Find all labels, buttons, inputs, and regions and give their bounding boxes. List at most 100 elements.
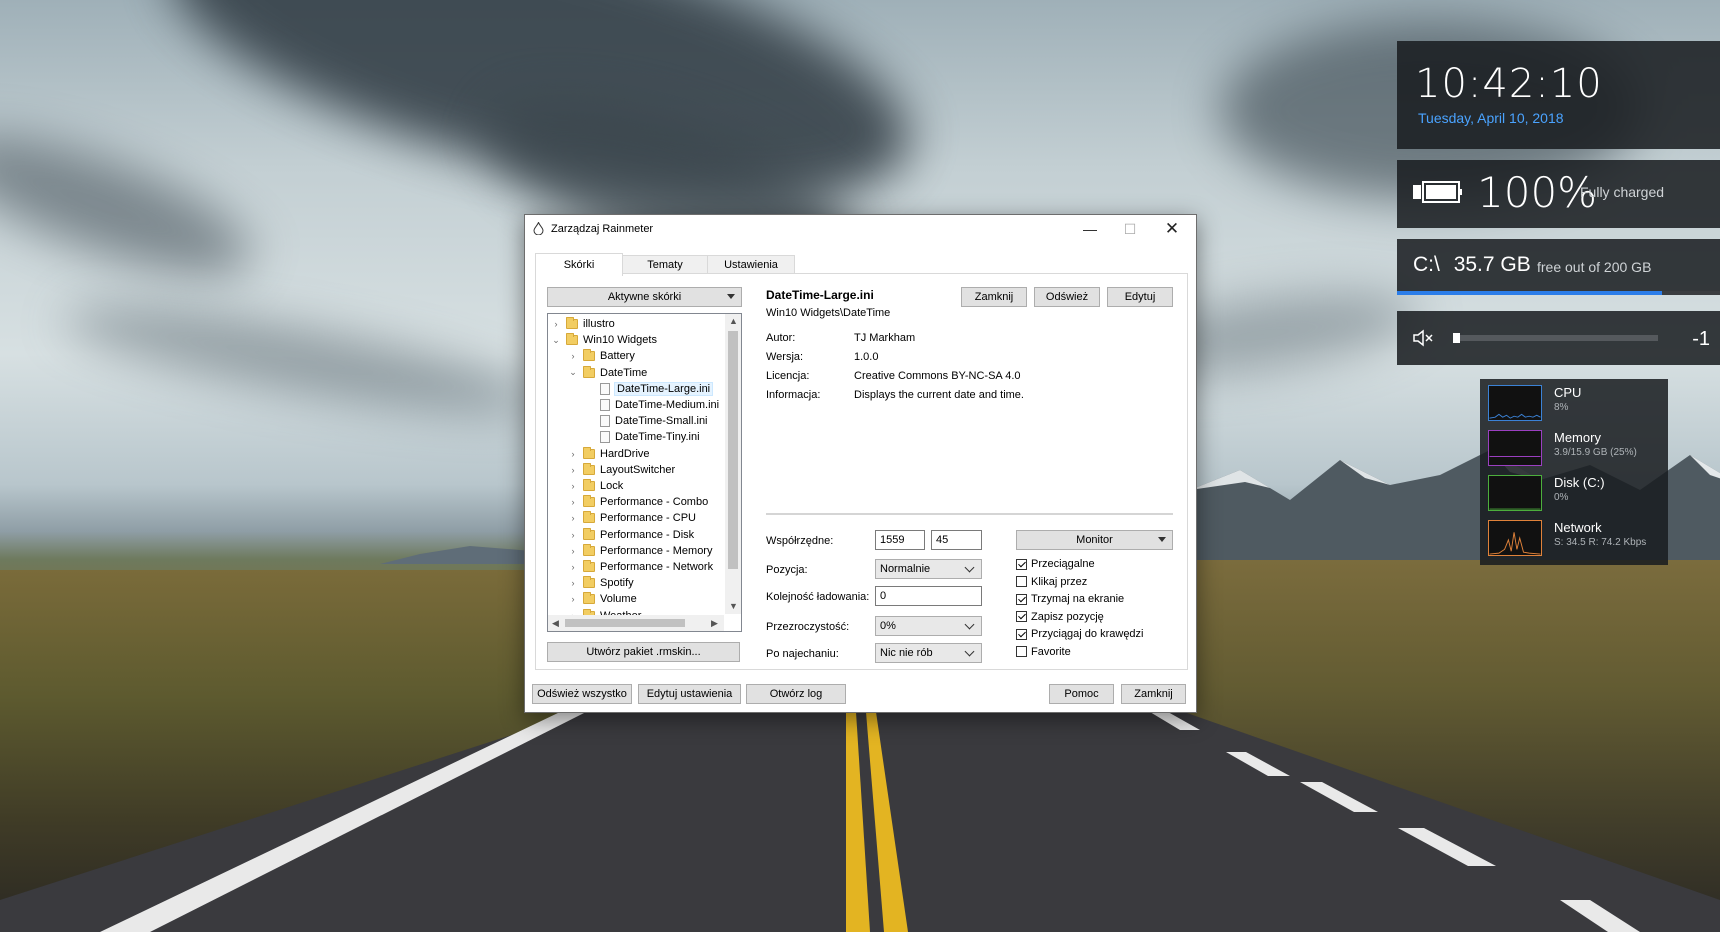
tree-item-label: DateTime-Large.ini	[613, 381, 714, 396]
skins-tree[interactable]: › illustro ⌄ Win10 Widgets › Battery ⌄ DateTime…	[547, 313, 742, 632]
tree-item-folder[interactable]: › Battery	[569, 348, 635, 364]
tree-item-folder[interactable]: ⌄ Win10 Widgets	[552, 332, 657, 348]
tree-item-skin-file[interactable]: DateTime-Tiny.ini	[586, 429, 700, 445]
expand-chevron-icon[interactable]: ›	[552, 319, 560, 329]
scroll-right-icon[interactable]: ▶	[711, 618, 718, 629]
edit-settings-button[interactable]: Edytuj ustawienia	[638, 684, 741, 704]
checkbox-option[interactable]: Klikaj przez	[1016, 576, 1087, 588]
transparency-select[interactable]: 0%	[875, 616, 982, 636]
folder-icon	[583, 576, 595, 589]
tab-settings[interactable]: Ustawienia	[707, 255, 795, 274]
checked-box-icon[interactable]	[1016, 611, 1027, 622]
tab-themes[interactable]: Tematy	[621, 255, 709, 274]
checked-box-icon[interactable]	[1016, 593, 1027, 605]
volume-slider[interactable]	[1453, 333, 1658, 343]
chevron-down-icon	[964, 562, 975, 573]
checkbox-option[interactable]: Favorite	[1016, 646, 1071, 658]
performance-widget[interactable]: CPU 8% Memory 3.9/15.9 GB (25%) Disk (C:…	[1480, 379, 1668, 565]
mute-icon[interactable]	[1413, 329, 1435, 347]
expand-chevron-icon[interactable]: ›	[569, 465, 577, 475]
rainmeter-drop-icon	[533, 222, 544, 235]
checked-box-icon[interactable]	[1016, 628, 1027, 640]
tree-item-label: DateTime-Medium.ini	[615, 399, 720, 411]
disk-summary: C:\ 35.7 GB	[1413, 253, 1531, 277]
tree-item-folder[interactable]: › Lock	[569, 478, 623, 494]
open-log-button[interactable]: Otwórz log	[746, 684, 846, 704]
expand-chevron-icon[interactable]: ›	[569, 513, 577, 523]
tree-item-skin-file[interactable]: DateTime-Medium.ini	[586, 397, 719, 413]
network-graph	[1488, 520, 1542, 556]
tree-item-folder[interactable]: › Spotify	[569, 575, 634, 591]
close-window-button[interactable]: ✕	[1152, 215, 1192, 243]
tree-item-skin-file[interactable]: DateTime-Large.ini	[586, 381, 714, 397]
y-coordinate-field[interactable]: 45	[931, 530, 982, 550]
unchecked-box-icon[interactable]	[1016, 646, 1027, 657]
expand-chevron-icon[interactable]: ›	[569, 497, 577, 507]
tree-item-label: Volume	[600, 593, 637, 606]
tab-skins[interactable]: Skórki	[535, 253, 623, 276]
load-order-field[interactable]: 0	[875, 586, 982, 606]
tree-item-skin-file[interactable]: DateTime-Small.ini	[586, 413, 708, 429]
tree-vertical-scrollbar[interactable]: ▲ ▼	[725, 314, 741, 614]
help-button[interactable]: Pomoc	[1049, 684, 1114, 704]
horizontal-scroll-thumb[interactable]	[565, 619, 685, 627]
checkbox-label: Zapisz pozycję	[1031, 610, 1104, 623]
tree-item-folder[interactable]: › Performance - Combo	[569, 494, 708, 510]
expand-chevron-icon[interactable]: ›	[569, 594, 577, 604]
monitor-dropdown[interactable]: Monitor	[1016, 530, 1173, 550]
transparency-label: Przezroczystość:	[766, 621, 850, 633]
tree-item-folder[interactable]: › HardDrive	[569, 446, 650, 462]
refresh-skin-button[interactable]: Odśwież	[1034, 287, 1100, 307]
disk-widget[interactable]: C:\ 35.7 GB free out of 200 GB	[1397, 239, 1720, 295]
scroll-left-icon[interactable]: ◀	[552, 618, 559, 629]
tree-horizontal-scrollbar[interactable]: ◀ ▶	[548, 615, 724, 631]
maximize-button[interactable]: ☐	[1110, 215, 1150, 243]
checkbox-option[interactable]: Zapisz pozycję	[1016, 611, 1104, 623]
hover-select[interactable]: Nic nie rób	[875, 643, 982, 663]
disk-usage-fill	[1397, 291, 1662, 295]
unload-skin-button[interactable]: Zamknij	[961, 287, 1027, 307]
checkbox-option[interactable]: Przyciągaj do krawędzi	[1016, 628, 1144, 640]
tree-item-folder[interactable]: › Volume	[569, 591, 637, 607]
checkbox-option[interactable]: Przeciągalne	[1016, 558, 1095, 570]
expand-chevron-icon[interactable]: ›	[569, 578, 577, 588]
collapse-chevron-icon[interactable]: ⌄	[569, 367, 577, 377]
expand-chevron-icon[interactable]: ›	[569, 530, 577, 540]
expand-chevron-icon[interactable]: ›	[569, 351, 577, 361]
volume-widget[interactable]: -1	[1397, 311, 1720, 365]
close-button[interactable]: Zamknij	[1121, 684, 1186, 704]
unchecked-box-icon[interactable]	[1016, 576, 1027, 587]
checked-box-icon[interactable]	[1016, 558, 1027, 570]
refresh-all-button[interactable]: Odśwież wszystko	[532, 684, 632, 704]
checkbox-option[interactable]: Trzymaj na ekranie	[1016, 593, 1124, 605]
tree-item-folder[interactable]: › LayoutSwitcher	[569, 462, 675, 478]
rainmeter-manage-window[interactable]: Zarządzaj Rainmeter — ☐ ✕ Skórki Tematy …	[524, 214, 1197, 713]
coords-label: Współrzędne:	[766, 535, 834, 547]
expand-chevron-icon[interactable]: ›	[569, 481, 577, 491]
expand-chevron-icon[interactable]: ›	[569, 562, 577, 572]
tree-item-folder[interactable]: › Performance - Memory	[569, 543, 712, 559]
title-bar[interactable]: Zarządzaj Rainmeter — ☐ ✕	[525, 215, 1196, 243]
position-select[interactable]: Normalnie	[875, 559, 982, 579]
create-package-button[interactable]: Utwórz pakiet .rmskin...	[547, 642, 740, 662]
scroll-up-icon[interactable]: ▲	[729, 316, 738, 326]
chevron-down-icon	[964, 619, 975, 630]
minimize-button[interactable]: —	[1070, 215, 1110, 243]
expand-chevron-icon[interactable]: ›	[569, 449, 577, 459]
tree-item-label: DateTime	[600, 366, 648, 379]
clock-widget[interactable]: 10:42:10 Tuesday, April 10, 2018	[1397, 41, 1720, 149]
expand-chevron-icon[interactable]: ›	[569, 546, 577, 556]
tree-item-folder[interactable]: › Performance - Disk	[569, 527, 694, 543]
active-skins-dropdown[interactable]: Aktywne skórki	[547, 287, 742, 307]
edit-skin-button[interactable]: Edytuj	[1107, 287, 1173, 307]
volume-slider-thumb[interactable]	[1453, 333, 1460, 343]
tree-item-folder[interactable]: › Performance - Network	[569, 559, 713, 575]
tree-item-folder[interactable]: ⌄ DateTime	[569, 365, 647, 381]
tree-item-folder[interactable]: › Performance - CPU	[569, 510, 696, 526]
scroll-down-icon[interactable]: ▼	[729, 601, 738, 611]
battery-widget[interactable]: 100% Fully charged	[1397, 160, 1720, 228]
tree-item-folder[interactable]: › illustro	[552, 316, 615, 332]
vertical-scroll-thumb[interactable]	[728, 331, 738, 569]
collapse-chevron-icon[interactable]: ⌄	[552, 335, 560, 345]
x-coordinate-field[interactable]: 1559	[875, 530, 925, 550]
